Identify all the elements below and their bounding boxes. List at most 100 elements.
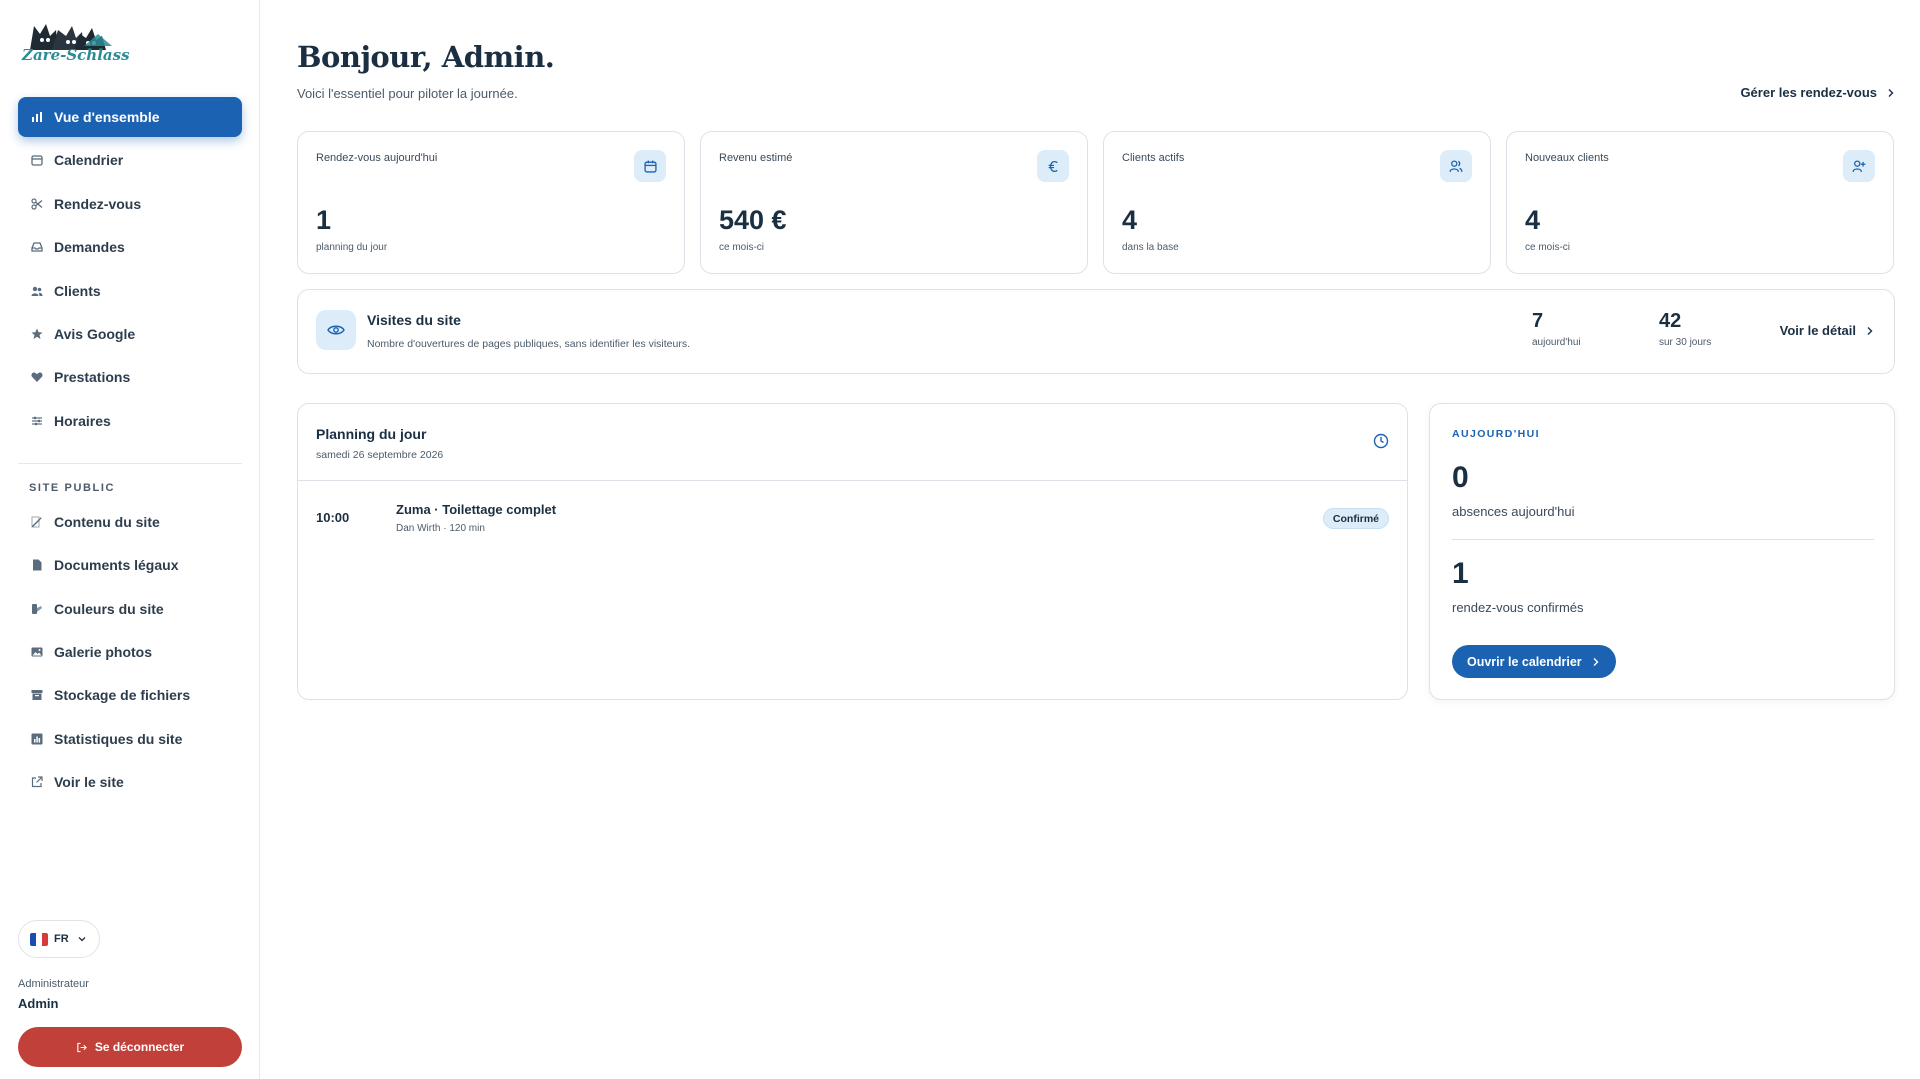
sidebar-item-label: Vue d'ensemble — [54, 109, 160, 125]
open-calendar-label: Ouvrir le calendrier — [1467, 654, 1582, 669]
sidebar-item-label: Prestations — [54, 369, 131, 386]
visits-title: Visites du site — [367, 312, 461, 328]
sidebar-item-clients[interactable]: Clients — [18, 271, 242, 311]
sidebar-item-statistiques-site[interactable]: Statistiques du site — [18, 719, 242, 759]
confirmed-caption: rendez-vous confirmés — [1452, 600, 1584, 615]
sidebar-item-calendrier[interactable]: Calendrier — [18, 140, 242, 180]
visits-detail-label: Voir le détail — [1779, 323, 1856, 338]
sidebar-divider — [18, 462, 242, 464]
sidebar-item-label: Demandes — [54, 239, 125, 256]
open-calendar-button[interactable]: Ouvrir le calendrier — [1452, 645, 1616, 678]
sidebar-item-documents-legaux[interactable]: Documents légaux — [18, 545, 242, 585]
stats-icon — [30, 732, 44, 746]
today-summary-card: AUJOURD'HUI 0 absences aujourd'hui 1 ren… — [1429, 403, 1895, 700]
inbox-icon — [30, 240, 44, 254]
users-icon — [1440, 150, 1472, 182]
palette-icon — [30, 602, 44, 616]
sidebar-item-voir-site[interactable]: Voir le site — [18, 762, 242, 802]
daily-planning-card: Planning du jour samedi 26 septembre 202… — [297, 403, 1408, 700]
stat-label: Revenu estimé — [719, 152, 793, 164]
visits-month-value: 42 — [1659, 310, 1682, 332]
sidebar-item-label: Clients — [54, 282, 101, 299]
calendar-icon — [30, 153, 44, 167]
planning-date: samedi 26 septembre 2026 — [316, 449, 444, 461]
chevron-down-icon — [78, 937, 86, 942]
today-divider — [1452, 539, 1874, 540]
sidebar-item-label: Rendez-vous — [54, 195, 142, 212]
site-visits-card: Visites du site Nombre d'ouvertures de p… — [297, 289, 1895, 374]
stat-caption: dans la base — [1122, 242, 1179, 253]
sidebar-item-contenu-site[interactable]: Contenu du site — [18, 502, 242, 542]
edit-icon — [30, 515, 44, 529]
visits-today-caption: aujourd'hui — [1532, 337, 1581, 348]
stat-caption: ce mois-ci — [1525, 242, 1571, 253]
sidebar-item-vue-ensemble[interactable]: Vue d'ensemble — [18, 97, 242, 137]
user-name: Admin — [18, 996, 59, 1011]
sidebar-item-prestations[interactable]: Prestations — [18, 357, 242, 397]
visits-detail-link[interactable]: Voir le détail — [1780, 323, 1874, 338]
sidebar-item-label: Voir le site — [54, 774, 124, 791]
absences-caption: absences aujourd'hui — [1452, 504, 1575, 519]
chevron-right-icon — [1593, 657, 1599, 666]
stat-card-appointments-today: Rendez-vous aujourd'hui 1 planning du jo… — [297, 131, 685, 274]
stat-value: 1 — [316, 205, 332, 235]
stat-label: Nouveaux clients — [1525, 152, 1609, 164]
visits-month-caption: sur 30 jours — [1659, 337, 1712, 348]
scissors-icon — [30, 197, 44, 211]
eye-icon — [316, 310, 356, 350]
sidebar-item-horaires[interactable]: Horaires — [18, 401, 242, 441]
stat-value: 540 € — [719, 205, 787, 235]
sidebar-item-avis-google[interactable]: Avis Google — [18, 314, 242, 354]
stat-value: 4 — [1122, 205, 1138, 235]
heart-icon — [30, 370, 44, 384]
stat-label: Rendez-vous aujourd'hui — [316, 152, 438, 164]
stat-label: Clients actifs — [1122, 152, 1185, 164]
language-code: FR — [54, 933, 69, 945]
sidebar-item-label: Couleurs du site — [54, 600, 164, 617]
manage-appointments-link[interactable]: Gérer les rendez-vous — [1740, 85, 1895, 100]
calendar-icon — [634, 150, 666, 182]
manage-appointments-label: Gérer les rendez-vous — [1740, 85, 1877, 100]
visits-today: 7 aujourd'hui — [1532, 310, 1581, 348]
sidebar-item-label: Galerie photos — [54, 643, 153, 660]
clock-icon — [1373, 433, 1389, 454]
users-icon — [30, 284, 44, 298]
user-role: Administrateur — [18, 978, 89, 990]
sidebar-item-label: Contenu du site — [54, 513, 160, 530]
sidebar: Zare-Schlass Vue d'ensemble Calendrier R… — [0, 0, 260, 1079]
brand-logo-text: Zare-Schlass — [22, 46, 130, 64]
stat-caption: planning du jour — [316, 242, 388, 253]
stat-card-new-clients: Nouveaux clients 4 ce mois-ci — [1506, 131, 1894, 274]
stat-card-revenue: Revenu estimé 540 € ce mois-ci — [700, 131, 1088, 274]
stats-cards: Rendez-vous aujourd'hui 1 planning du jo… — [297, 131, 1895, 274]
sidebar-item-couleurs-site[interactable]: Couleurs du site — [18, 589, 242, 629]
stat-value: 4 — [1525, 205, 1541, 235]
chevron-right-icon — [1888, 88, 1894, 97]
brand-logo[interactable]: Zare-Schlass — [22, 16, 130, 68]
user-plus-icon — [1843, 150, 1875, 182]
appointment-title: Zuma · Toilettage complet — [396, 502, 557, 517]
sidebar-item-galerie-photos[interactable]: Galerie photos — [18, 632, 242, 672]
sliders-icon — [30, 414, 44, 428]
appointment-time: 10:00 — [316, 510, 350, 525]
page-title: Bonjour, Admin. — [297, 40, 555, 74]
logout-button[interactable]: Se déconnecter — [18, 1027, 242, 1067]
sidebar-item-demandes[interactable]: Demandes — [18, 227, 242, 267]
language-selector[interactable]: FR — [18, 920, 100, 958]
logout-label: Se déconnecter — [94, 1040, 185, 1054]
sidebar-item-rendez-vous[interactable]: Rendez-vous — [18, 184, 242, 224]
today-label: AUJOURD'HUI — [1452, 428, 1540, 440]
visits-today-value: 7 — [1532, 310, 1544, 332]
image-icon — [30, 645, 44, 659]
stat-caption: ce mois-ci — [719, 242, 765, 253]
archive-icon — [30, 688, 44, 702]
external-link-icon — [30, 775, 44, 789]
sidebar-item-label: Statistiques du site — [54, 730, 183, 747]
logout-icon — [77, 1042, 87, 1052]
planning-divider — [298, 480, 1407, 481]
france-flag-icon — [30, 932, 48, 946]
visits-month: 42 sur 30 jours — [1659, 310, 1711, 348]
sidebar-item-label: Horaires — [54, 412, 111, 429]
sidebar-item-stockage-fichiers[interactable]: Stockage de fichiers — [18, 675, 242, 715]
planning-title: Planning du jour — [316, 426, 427, 442]
